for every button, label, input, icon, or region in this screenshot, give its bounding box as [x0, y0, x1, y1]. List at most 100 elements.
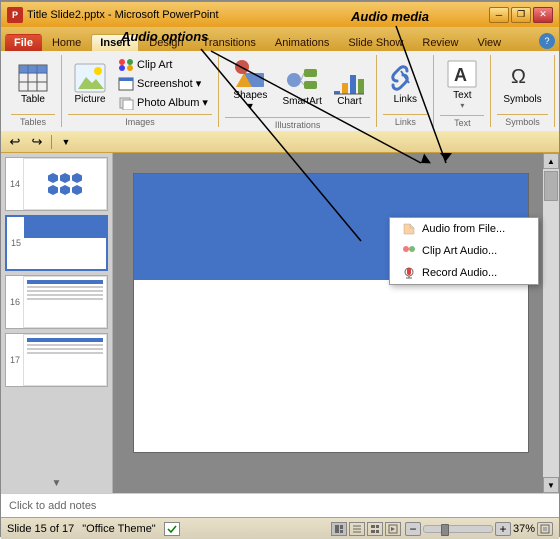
- fit-window-button[interactable]: [537, 522, 553, 536]
- clip-art-audio-item[interactable]: Clip Art Audio...: [390, 240, 538, 262]
- slide17-line3: [27, 352, 103, 354]
- help-button[interactable]: ?: [539, 33, 555, 49]
- tab-home[interactable]: Home: [43, 34, 90, 51]
- tab-animations[interactable]: Animations: [266, 34, 338, 51]
- slide-thumb-14[interactable]: 14: [5, 157, 108, 211]
- slide-img-17: [23, 334, 107, 386]
- customize-button[interactable]: ▼: [56, 133, 76, 151]
- close-button[interactable]: ✕: [533, 7, 553, 23]
- audio-dropdown-menu: Audio from File... Clip Art Audio... Rec…: [389, 217, 539, 285]
- illustrations-group-label: Illustrations: [225, 117, 370, 130]
- slide-thumb-16[interactable]: 16: [5, 275, 108, 329]
- slide16-line4: [27, 298, 103, 300]
- slide-sorter-button[interactable]: [367, 522, 383, 536]
- hex-cell: [48, 185, 58, 195]
- window-controls: ─ ❐ ✕: [489, 7, 553, 23]
- svg-text:A: A: [454, 65, 467, 85]
- tab-slideshow[interactable]: Slide Show: [339, 34, 412, 51]
- minimize-button[interactable]: ─: [489, 7, 509, 23]
- tab-view[interactable]: View: [468, 34, 510, 51]
- photoalbum-button[interactable]: Photo Album ▾: [114, 94, 212, 112]
- slide-thumb-15[interactable]: 15: [5, 215, 108, 271]
- ribbon-group-illustrations: Shapes ▾ SmartArt: [221, 55, 377, 127]
- quick-toolbar: ↩ ↪ ▼: [1, 131, 559, 153]
- tab-file[interactable]: File: [5, 34, 42, 51]
- tab-insert[interactable]: Insert: [91, 34, 139, 51]
- slide-num-16: 16: [6, 297, 20, 307]
- photoalbum-icon: [118, 96, 134, 110]
- slide-thumb-17[interactable]: 17: [5, 333, 108, 387]
- slide-view: [133, 173, 529, 453]
- undo-button[interactable]: ↩: [5, 133, 25, 151]
- scroll-down-button[interactable]: ▼: [543, 477, 559, 493]
- slide17-bar: [27, 338, 103, 342]
- slide-sorter-icon: [370, 524, 380, 534]
- record-audio-item[interactable]: Record Audio...: [390, 262, 538, 284]
- title-bar: P Title Slide2.pptx - Microsoft PowerPoi…: [1, 1, 559, 27]
- picture-button[interactable]: Picture: [68, 59, 112, 108]
- text-button[interactable]: A Text ▾: [440, 55, 484, 113]
- notes-placeholder: Click to add notes: [9, 500, 96, 512]
- tab-design[interactable]: Design: [140, 34, 192, 51]
- record-audio-icon: [402, 267, 416, 279]
- text-group-label: Text: [440, 115, 484, 128]
- links-group-label: Links: [383, 114, 427, 127]
- chart-svg: [333, 65, 365, 95]
- outline-view-button[interactable]: [349, 522, 365, 536]
- screenshot-button[interactable]: Screenshot ▾: [114, 75, 212, 93]
- tab-review[interactable]: Review: [413, 34, 467, 51]
- reading-view-icon: [388, 524, 398, 534]
- symbols-svg: Ω: [507, 63, 539, 93]
- fit-icon: [540, 524, 550, 534]
- notes-area[interactable]: Click to add notes: [1, 493, 559, 517]
- zoom-in-button[interactable]: +: [495, 522, 511, 536]
- slide16-line1: [27, 286, 103, 288]
- zoom-thumb[interactable]: [441, 524, 449, 536]
- scroll-track[interactable]: [543, 169, 559, 477]
- reading-view-button[interactable]: [385, 522, 401, 536]
- text-svg: A: [446, 59, 478, 89]
- ribbon-group-tables: Table Tables: [7, 55, 62, 127]
- scroll-thumb[interactable]: [544, 171, 558, 201]
- redo-button[interactable]: ↪: [27, 133, 47, 151]
- hex-cell: [72, 173, 82, 183]
- restore-button[interactable]: ❐: [511, 7, 531, 23]
- smartart-button[interactable]: SmartArt: [278, 61, 327, 110]
- chart-icon: [333, 64, 365, 96]
- zoom-controls: − + 37%: [405, 522, 553, 536]
- slide-num-14: 14: [6, 179, 20, 189]
- slide-img-15: [24, 217, 106, 269]
- work-area[interactable]: ▲ ▼: [113, 153, 559, 493]
- symbols-button[interactable]: Ω Symbols: [497, 59, 547, 108]
- table-label: Table: [21, 94, 45, 105]
- table-button[interactable]: Table: [11, 59, 55, 108]
- scroll-up-button[interactable]: ▲: [543, 153, 559, 169]
- links-icon: [389, 62, 421, 94]
- ribbon-content: Table Tables Picture: [1, 51, 559, 131]
- clipart-button[interactable]: Clip Art: [114, 56, 212, 74]
- hex-grid: [48, 173, 82, 195]
- tab-transitions[interactable]: Transitions: [194, 34, 265, 51]
- slide15-content: [24, 217, 106, 269]
- spelling-check-icon[interactable]: [164, 522, 180, 536]
- picture-label: Picture: [74, 94, 105, 105]
- audio-from-file-item[interactable]: Audio from File...: [390, 218, 538, 240]
- zoom-slider[interactable]: [423, 525, 493, 533]
- text-label: Text: [453, 90, 471, 101]
- images-col: Clip Art Screenshot ▾ Photo Album ▾: [114, 56, 212, 112]
- normal-view-button[interactable]: [331, 522, 347, 536]
- links-button[interactable]: Links: [383, 59, 427, 108]
- slide15-top: [24, 217, 106, 238]
- ribbon-group-links: Links Links: [379, 55, 434, 127]
- zoom-out-button[interactable]: −: [405, 522, 421, 536]
- shapes-button[interactable]: Shapes ▾: [225, 55, 276, 115]
- clip-art-audio-icon: [402, 245, 416, 257]
- tables-group-label: Tables: [11, 114, 55, 127]
- smartart-icon: [286, 64, 318, 96]
- ribbon-group-text: A Text ▾ Text: [436, 55, 491, 127]
- panel-scroll-down[interactable]: ▼: [5, 478, 108, 489]
- chart-button[interactable]: Chart: [329, 61, 371, 110]
- view-buttons: [331, 522, 401, 536]
- slide16-line2: [27, 290, 103, 292]
- zoom-level: 37%: [513, 523, 535, 535]
